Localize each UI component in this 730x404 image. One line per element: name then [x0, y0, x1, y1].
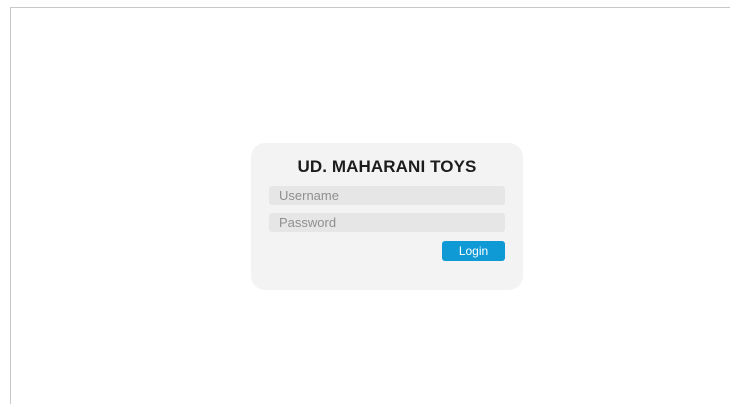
username-input[interactable] [269, 186, 505, 205]
password-input[interactable] [269, 213, 505, 232]
page-frame: UD. MAHARANI TOYS Login [10, 7, 730, 404]
login-title: UD. MAHARANI TOYS [297, 157, 477, 176]
login-button[interactable]: Login [442, 241, 505, 261]
login-card: UD. MAHARANI TOYS Login [251, 143, 523, 290]
